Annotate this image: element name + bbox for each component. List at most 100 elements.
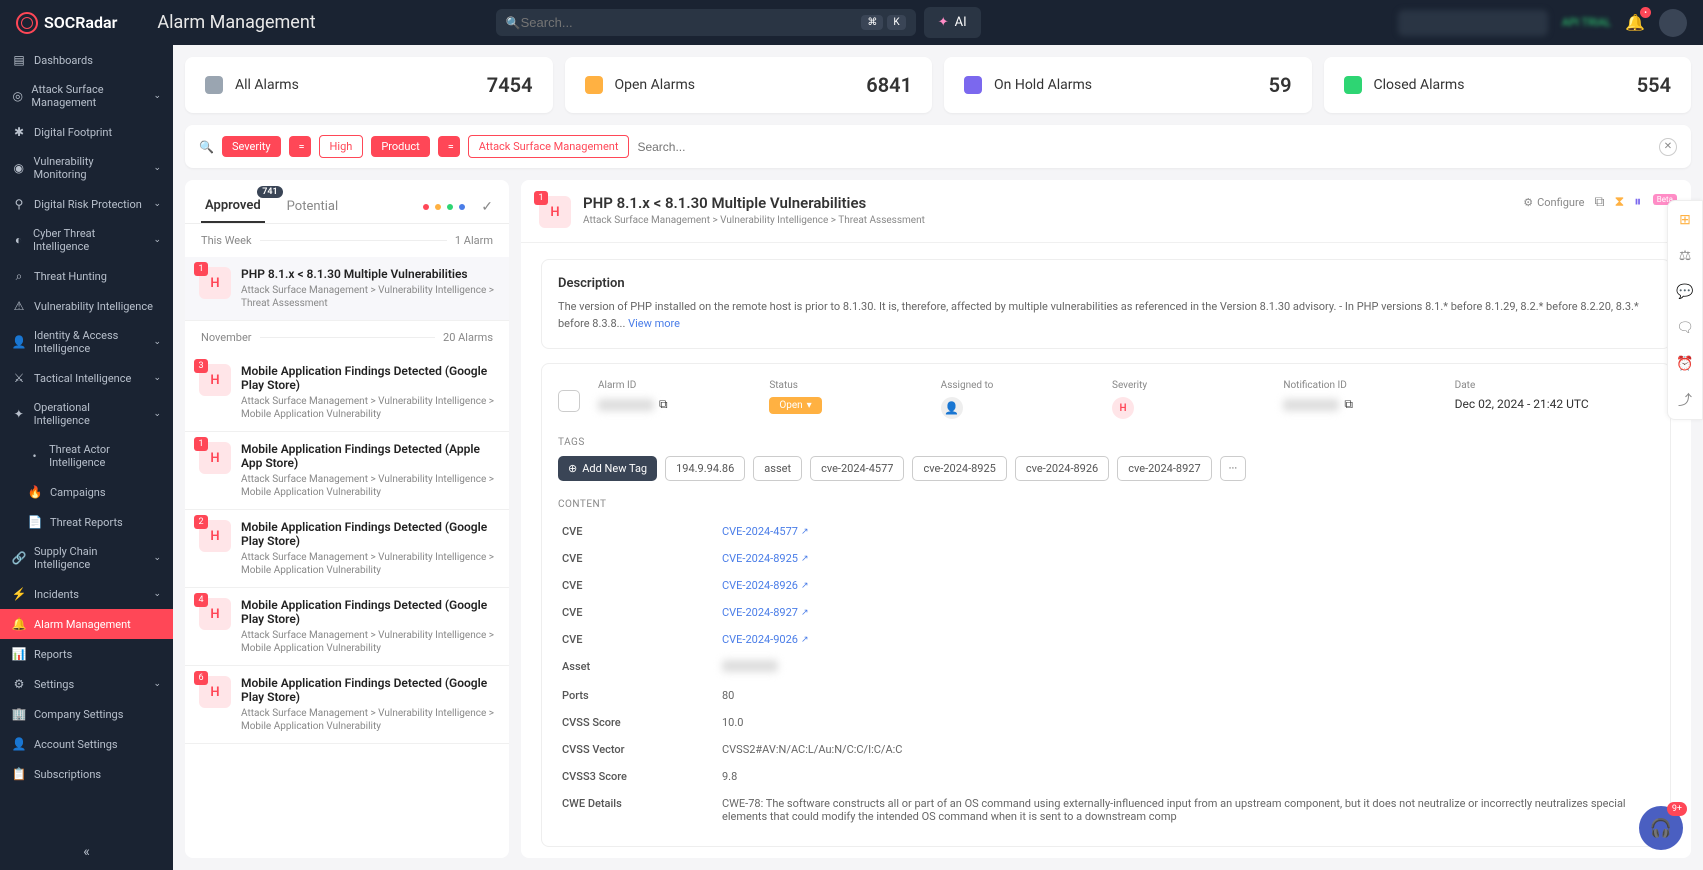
global-search[interactable]: 🔍 ⌘ K	[496, 9, 916, 36]
stat-value: 6841	[866, 73, 912, 97]
sidebar-label: Attack Surface Management	[31, 83, 145, 109]
kv-value: CVSS2#AV:N/AC:L/Au:N/C:C/I:C/A:C	[722, 743, 902, 756]
copy-icon[interactable]: ⧉	[1594, 194, 1604, 210]
sidebar-icon: ◎	[12, 89, 23, 103]
sidebar-item-operational-intelligence[interactable]: ✦Operational Intelligence⌄	[0, 393, 173, 435]
stat-closed-alarms[interactable]: Closed Alarms554	[1324, 57, 1692, 113]
tag-chip[interactable]: cve-2024-8925	[912, 456, 1006, 481]
sidebar-item-identity-access-intelligence[interactable]: 👤Identity & Access Intelligence⌄	[0, 321, 173, 363]
content-label: CONTENT	[558, 499, 1654, 510]
configure-button[interactable]: ⚙Configure	[1523, 196, 1584, 209]
cve-link[interactable]: CVE-2024-8925 ↗	[722, 552, 809, 565]
cve-link[interactable]: CVE-2024-4577 ↗	[722, 525, 809, 538]
sidebar-item-alarm-management[interactable]: 🔔Alarm Management	[0, 609, 173, 639]
sidebar-item-cyber-threat-intelligence[interactable]: ◐Cyber Threat Intelligence⌄	[0, 219, 173, 261]
search-input[interactable]	[521, 15, 858, 30]
scale-icon[interactable]: ⚖	[1674, 245, 1696, 267]
alarm-item[interactable]: 6HMobile Application Findings Detected (…	[185, 666, 509, 744]
hourglass-icon[interactable]: ⧗	[1614, 194, 1624, 210]
sidebar-label: Tactical Intelligence	[34, 372, 131, 385]
alarm-item[interactable]: 3HMobile Application Findings Detected (…	[185, 354, 509, 432]
dot-green[interactable]	[447, 204, 453, 210]
tag-chip[interactable]: cve-2024-8926	[1015, 456, 1109, 481]
sidebar-item-account-settings[interactable]: 👤Account Settings	[0, 729, 173, 759]
org-selector[interactable]	[1398, 10, 1548, 36]
pause-icon[interactable]: ⏸	[1634, 194, 1641, 210]
status-chip[interactable]: Open ▾	[769, 397, 821, 414]
filter-search-icon[interactable]: 🔍	[199, 140, 214, 154]
sidebar-item-vulnerability-intelligence[interactable]: ⚠Vulnerability Intelligence	[0, 291, 173, 321]
sidebar-label: Digital Footprint	[34, 126, 112, 139]
sidebar-item-dashboards[interactable]: ▤Dashboards	[0, 45, 173, 75]
dot-blue[interactable]	[459, 204, 465, 210]
tag-chip[interactable]: asset	[753, 456, 802, 481]
sidebar-item-subscriptions[interactable]: 📋Subscriptions	[0, 759, 173, 789]
cve-link[interactable]: CVE-2024-9026 ↗	[722, 633, 809, 646]
sidebar-item-threat-actor-intelligence[interactable]: •Threat Actor Intelligence	[0, 435, 173, 477]
tag-chip[interactable]: cve-2024-8927	[1117, 456, 1211, 481]
alarm-item[interactable]: 1HMobile Application Findings Detected (…	[185, 432, 509, 510]
sidebar-item-vulnerability-monitoring[interactable]: ◉Vulnerability Monitoring⌄	[0, 147, 173, 189]
sidebar-item-digital-risk-protection[interactable]: ⚲Digital Risk Protection⌄	[0, 189, 173, 219]
sidebar-item-threat-reports[interactable]: 📄Threat Reports	[0, 507, 173, 537]
select-checkbox[interactable]	[558, 390, 580, 412]
copy-notif-id-icon[interactable]: ⧉	[1344, 397, 1353, 412]
dot-red[interactable]	[423, 204, 429, 210]
sidebar-item-tactical-intelligence[interactable]: ⚔Tactical Intelligence⌄	[0, 363, 173, 393]
tag-chip[interactable]: 194.9.94.86	[665, 456, 745, 481]
filter-product[interactable]: Product	[371, 136, 429, 157]
external-link-icon: ↗	[801, 581, 809, 591]
sidebar-item-reports[interactable]: 📊Reports	[0, 639, 173, 669]
sidebar-label: Company Settings	[34, 708, 123, 721]
collapse-sidebar[interactable]: «	[0, 834, 173, 870]
sidebar-item-campaigns[interactable]: 🔥Campaigns	[0, 477, 173, 507]
add-tag-button[interactable]: ⊕Add New Tag	[558, 456, 657, 481]
sidebar-item-incidents[interactable]: ⚡Incidents⌄	[0, 579, 173, 609]
tab-potential[interactable]: Potential	[283, 191, 343, 222]
grid-icon[interactable]: ⊞	[1674, 209, 1696, 231]
sidebar-label: Vulnerability Monitoring	[34, 155, 146, 181]
stat-all-alarms[interactable]: All Alarms7454	[185, 57, 553, 113]
filter-search-input[interactable]	[637, 140, 1651, 154]
filter-high[interactable]: High	[319, 135, 364, 158]
ai-button[interactable]: ✦ AI	[924, 7, 981, 38]
share-icon[interactable]: ⤴	[1674, 389, 1696, 411]
tag-chip[interactable]: cve-2024-4577	[810, 456, 904, 481]
filter-severity[interactable]: Severity	[222, 136, 281, 157]
cve-link[interactable]: CVE-2024-8927 ↗	[722, 606, 809, 619]
view-more-link[interactable]: View more	[628, 317, 680, 330]
brand-logo[interactable]: SOCRadar	[16, 12, 117, 34]
comment-icon[interactable]: 💬	[1674, 281, 1696, 303]
chat-icon[interactable]: 🗨	[1674, 317, 1696, 339]
stat-on-hold-alarms[interactable]: On Hold Alarms59	[944, 57, 1312, 113]
stat-open-alarms[interactable]: Open Alarms6841	[565, 57, 933, 113]
alarm-item[interactable]: 2HMobile Application Findings Detected (…	[185, 510, 509, 588]
copy-alarm-id-icon[interactable]: ⧉	[659, 397, 668, 412]
alarm-item[interactable]: 4HMobile Application Findings Detected (…	[185, 588, 509, 666]
sidebar-icon: 🔥	[28, 485, 42, 499]
sidebar-icon: 📋	[12, 767, 26, 781]
user-avatar[interactable]	[1659, 9, 1687, 37]
alarm-item[interactable]: 1HPHP 8.1.x < 8.1.30 Multiple Vulnerabil…	[185, 257, 509, 321]
tags-more[interactable]: ···	[1220, 456, 1247, 481]
check-all-icon[interactable]: ✓	[481, 199, 493, 215]
kv-key: CWE Details	[562, 797, 722, 810]
sidebar-item-attack-surface-management[interactable]: ◎Attack Surface Management⌄	[0, 75, 173, 117]
sidebar-item-settings[interactable]: ⚙Settings⌄	[0, 669, 173, 699]
help-fab[interactable]: 🎧 9+	[1639, 806, 1683, 850]
notifications-bell[interactable]: 🔔•	[1625, 13, 1645, 32]
clock-icon[interactable]: ⏰	[1674, 353, 1696, 375]
dot-orange[interactable]	[435, 204, 441, 210]
filter-eq1[interactable]: =	[289, 136, 311, 157]
assignee-avatar[interactable]: 👤	[941, 397, 963, 419]
sidebar-item-threat-hunting[interactable]: ⌕Threat Hunting	[0, 261, 173, 291]
sidebar-item-digital-footprint[interactable]: ✱Digital Footprint	[0, 117, 173, 147]
clear-filters[interactable]: ✕	[1659, 138, 1677, 156]
sidebar-item-supply-chain-intelligence[interactable]: 🔗Supply Chain Intelligence⌄	[0, 537, 173, 579]
chevron-icon: ⌄	[153, 409, 161, 419]
sidebar-item-company-settings[interactable]: 🏢Company Settings	[0, 699, 173, 729]
tab-approved[interactable]: Approved 741	[201, 190, 265, 223]
cve-link[interactable]: CVE-2024-8926 ↗	[722, 579, 809, 592]
filter-eq2[interactable]: =	[438, 136, 460, 157]
filter-asm[interactable]: Attack Surface Management	[468, 135, 630, 158]
